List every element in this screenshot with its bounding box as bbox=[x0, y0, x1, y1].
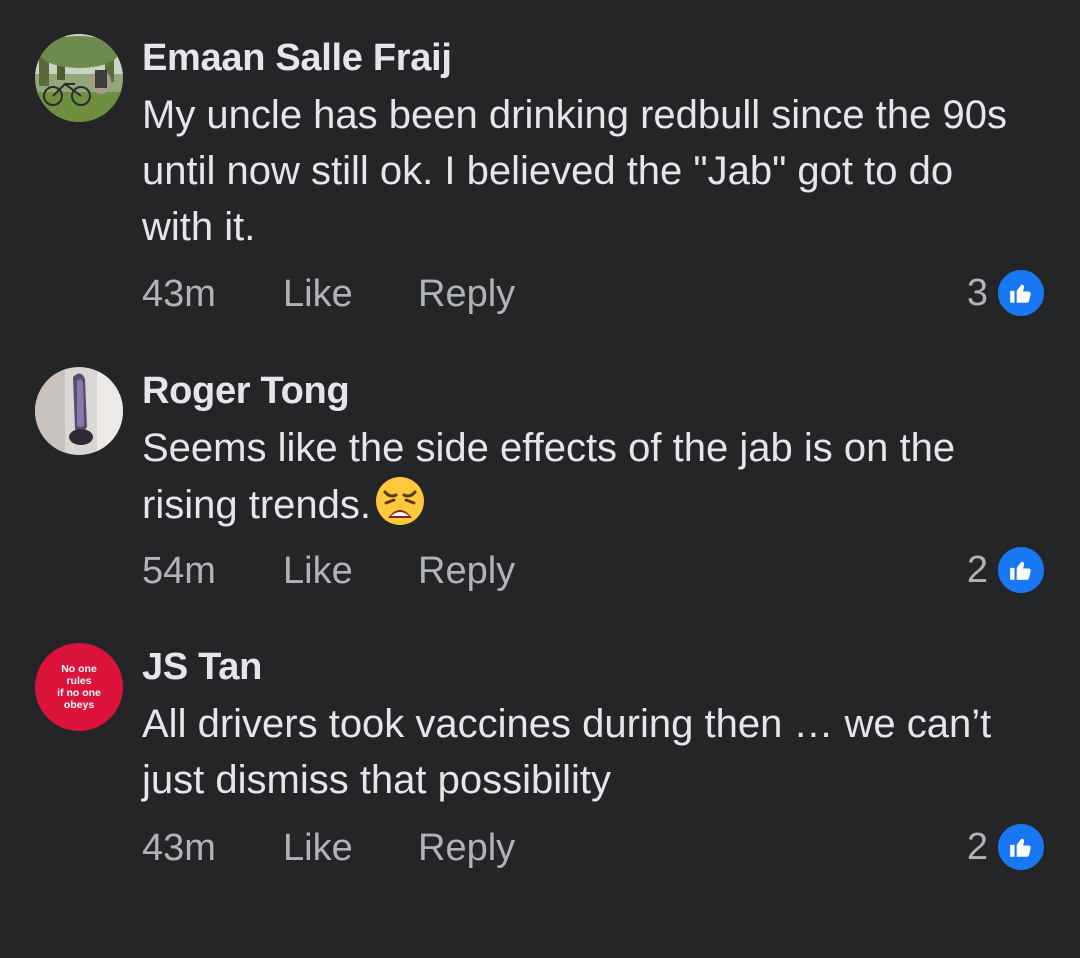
comment-author[interactable]: JS Tan bbox=[142, 646, 262, 689]
like-button[interactable]: Like bbox=[283, 827, 353, 870]
avatar-text-line: obeys bbox=[63, 699, 95, 711]
comment-text: All drivers took vaccines during then … … bbox=[142, 702, 992, 802]
comment-author[interactable]: Emaan Salle Fraij bbox=[142, 37, 452, 80]
comment-author[interactable]: Roger Tong bbox=[142, 370, 350, 413]
avatar[interactable]: No one rules if no one obeys bbox=[35, 643, 123, 731]
reaction-count: 2 bbox=[966, 825, 988, 868]
reaction-summary[interactable]: 2 bbox=[967, 822, 1046, 872]
weary-face-emoji bbox=[375, 476, 425, 541]
avatar[interactable] bbox=[35, 367, 123, 455]
reaction-summary[interactable]: 3 bbox=[967, 268, 1046, 318]
reaction-count: 3 bbox=[966, 271, 988, 314]
thumbs-up-icon bbox=[996, 268, 1046, 318]
reply-button[interactable]: Reply bbox=[418, 550, 515, 593]
like-button[interactable]: Like bbox=[283, 550, 353, 593]
reply-button[interactable]: Reply bbox=[418, 273, 515, 316]
reply-button[interactable]: Reply bbox=[418, 827, 515, 870]
reaction-count: 2 bbox=[966, 548, 988, 591]
avatar[interactable] bbox=[35, 34, 123, 122]
comment-text: Seems like the side effects of the jab i… bbox=[142, 420, 1022, 541]
like-button[interactable]: Like bbox=[283, 273, 353, 316]
comment-text: My uncle has been drinking redbull since… bbox=[142, 93, 1007, 249]
avatar-text-line: No one bbox=[61, 663, 97, 675]
avatar-photo bbox=[35, 367, 123, 455]
comment-timestamp[interactable]: 43m bbox=[142, 273, 216, 316]
avatar-text-line: rules bbox=[66, 675, 92, 687]
comment-timestamp[interactable]: 54m bbox=[142, 550, 216, 593]
comment-timestamp[interactable]: 43m bbox=[142, 827, 216, 870]
avatar-photo bbox=[35, 34, 123, 122]
avatar-text-line: if no one bbox=[57, 687, 101, 699]
comment-text-content: Seems like the side effects of the jab i… bbox=[142, 426, 956, 527]
thumbs-up-icon bbox=[996, 822, 1046, 872]
reaction-summary[interactable]: 2 bbox=[967, 545, 1046, 595]
thumbs-up-icon bbox=[996, 545, 1046, 595]
